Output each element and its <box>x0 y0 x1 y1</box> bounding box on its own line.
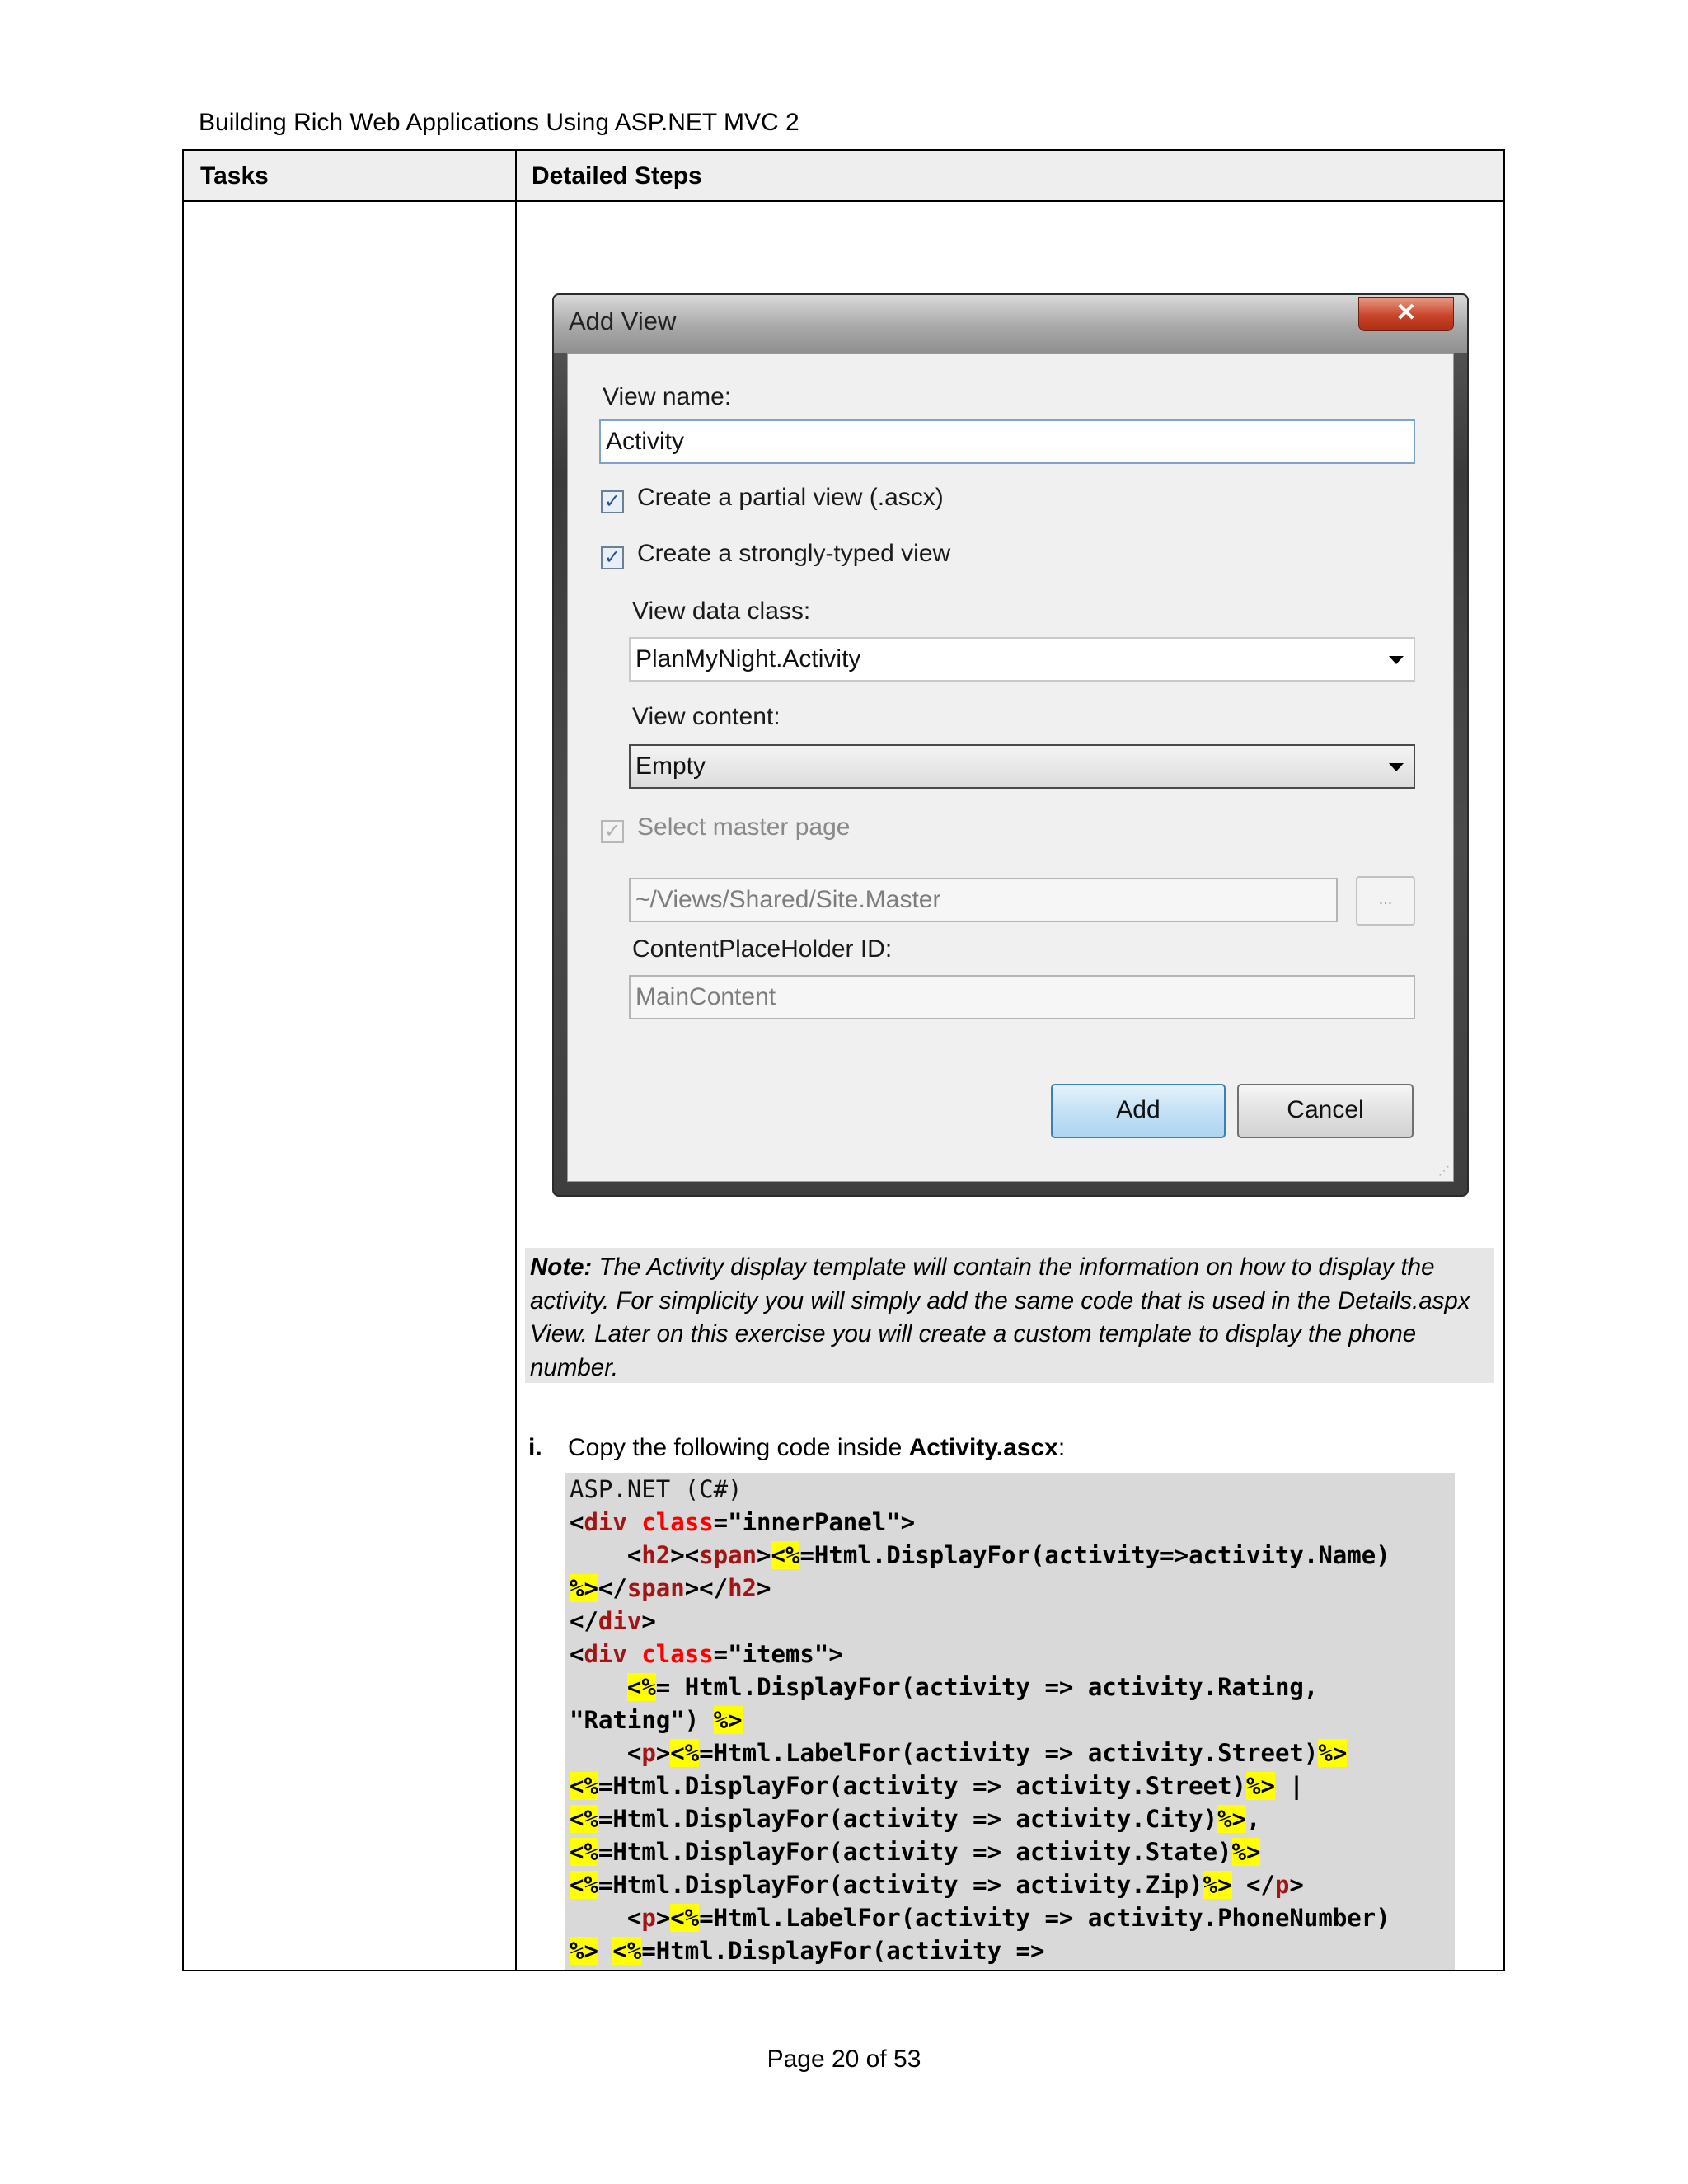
resize-grip-icon[interactable]: ⋰ <box>1438 1164 1450 1178</box>
view-content-select[interactable]: Empty <box>629 744 1415 789</box>
code-lines: <div class="innerPanel"> <h2><span><%=Ht… <box>565 1506 1455 1967</box>
code-line: </div> <box>570 1607 656 1635</box>
document-header: Building Rich Web Applications Using ASP… <box>199 109 799 136</box>
view-name-input[interactable]: Activity <box>599 419 1415 464</box>
master-page-checkbox[interactable]: ✓ <box>601 820 624 843</box>
code-line: <%=Html.DisplayFor(activity => activity.… <box>570 1871 1304 1899</box>
strongly-typed-label: Create a strongly-typed view <box>637 540 951 567</box>
code-line: "Rating") %> <box>570 1706 743 1734</box>
checkmark-icon: ✓ <box>603 546 621 569</box>
code-line: <div class="items"> <box>570 1640 843 1668</box>
step-text: Copy the following code inside Activity.… <box>568 1434 1065 1462</box>
code-line: <%=Html.DisplayFor(activity => activity.… <box>570 1772 1304 1800</box>
browse-button[interactable]: ... <box>1356 876 1415 926</box>
code-block: ASP.NET (C#) <div class="innerPanel"> <h… <box>565 1473 1455 1970</box>
checkmark-icon: ✓ <box>603 820 621 842</box>
code-language: ASP.NET (C#) <box>570 1475 743 1503</box>
dialog-body: View name: Activity ✓ Create a partial v… <box>567 353 1454 1182</box>
data-class-value: PlanMyNight.Activity <box>635 645 861 673</box>
view-content-value: Empty <box>635 752 706 780</box>
code-line: <p><%=Html.LabelFor(activity => activity… <box>626 1904 1390 1932</box>
step-text-after: : <box>1057 1434 1066 1461</box>
column-divider <box>515 151 517 1970</box>
note-text: The Activity display template will conta… <box>530 1254 1470 1381</box>
cancel-button[interactable]: Cancel <box>1237 1084 1414 1138</box>
step-number: i. <box>528 1434 542 1461</box>
step-file: Activity.ascx <box>908 1434 1058 1461</box>
dropdown-arrow-icon <box>1389 656 1404 664</box>
view-name-label: View name: <box>603 383 732 410</box>
dialog-title: Add View <box>569 307 677 335</box>
add-button[interactable]: Add <box>1051 1084 1226 1138</box>
placeholder-id-input[interactable]: MainContent <box>629 975 1415 1019</box>
step-text-before: Copy the following code inside <box>568 1434 909 1461</box>
table-header: Tasks Detailed Steps <box>184 151 1503 202</box>
code-line: <p><%=Html.LabelFor(activity => activity… <box>626 1739 1348 1767</box>
column-header-tasks: Tasks <box>200 162 269 190</box>
note-lead: Note: <box>530 1254 593 1281</box>
strongly-typed-checkbox[interactable]: ✓ <box>601 546 624 569</box>
master-page-path-input[interactable]: ~/Views/Shared/Site.Master <box>629 878 1338 922</box>
code-line: %></span></h2> <box>570 1574 771 1602</box>
add-view-dialog: Add View ✕ View name: Activity ✓ Create … <box>552 293 1469 1197</box>
partial-view-label: Create a partial view (.ascx) <box>637 484 944 511</box>
code-line: %> <%=Html.DisplayFor(activity => <box>570 1937 1045 1965</box>
step-item: i. Copy the following code inside Activi… <box>528 1434 1065 1462</box>
data-class-select[interactable]: PlanMyNight.Activity <box>629 637 1415 682</box>
dialog-titlebar: Add View ✕ <box>554 295 1467 353</box>
partial-view-checkbox[interactable]: ✓ <box>601 490 624 513</box>
checkmark-icon: ✓ <box>603 490 621 513</box>
data-class-label: View data class: <box>632 598 811 625</box>
code-line: <%=Html.DisplayFor(activity => activity.… <box>570 1838 1261 1866</box>
placeholder-id-label: ContentPlaceHolder ID: <box>632 935 893 963</box>
close-icon[interactable]: ✕ <box>1358 297 1454 331</box>
view-content-label: View content: <box>632 703 781 730</box>
dropdown-arrow-icon <box>1389 763 1404 771</box>
code-line: <h2><span><%=Html.DisplayFor(activity=>a… <box>626 1541 1390 1569</box>
code-line: <div class="innerPanel"> <box>570 1508 916 1536</box>
column-header-steps: Detailed Steps <box>532 162 702 190</box>
master-page-label: Select master page <box>637 813 851 841</box>
code-line: <%= Html.DisplayFor(activity => activity… <box>626 1673 1319 1701</box>
page-number: Page 20 of 53 <box>767 2046 921 2073</box>
code-line: <%=Html.DisplayFor(activity => activity.… <box>570 1805 1261 1833</box>
note-box: Note: The Activity display template will… <box>525 1248 1494 1383</box>
